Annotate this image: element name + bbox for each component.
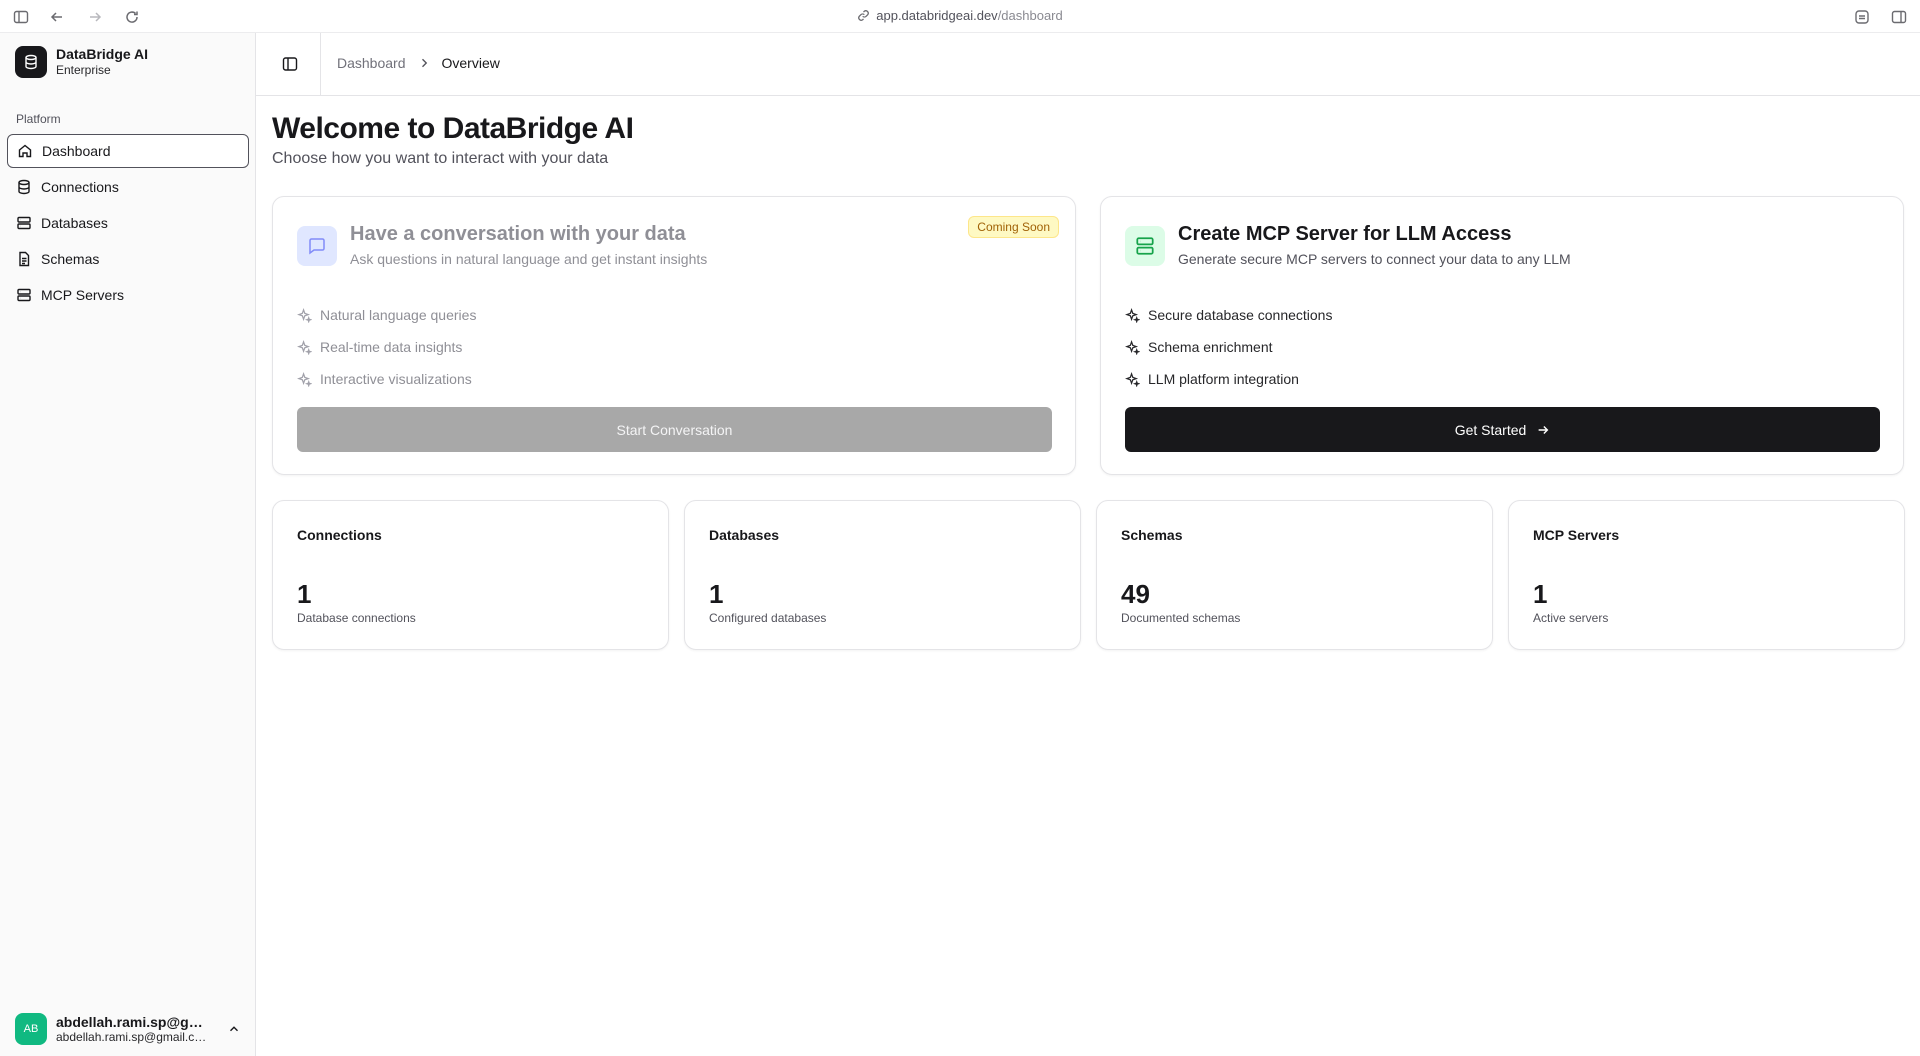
sidebar-item-databases[interactable]: Databases <box>7 206 249 240</box>
card-description: Ask questions in natural language and ge… <box>350 251 708 267</box>
feature-text: Schema enrichment <box>1148 339 1273 355</box>
brand-plan: Enterprise <box>56 63 111 77</box>
url-path: /dashboard <box>997 8 1063 23</box>
stat-card-mcp-servers[interactable]: MCP Servers 1 Active servers <box>1508 500 1905 650</box>
feature-item: Secure database connections <box>1125 299 1332 331</box>
database-logo-icon <box>15 46 47 78</box>
sidebar: DataBridge AI Enterprise Platform Dashbo… <box>0 33 256 1056</box>
panel-left-icon <box>282 57 298 71</box>
coming-soon-badge: Coming Soon <box>968 216 1059 238</box>
feature-list: Secure database connections Schema enric… <box>1125 299 1332 395</box>
header-divider <box>320 33 321 96</box>
file-text-icon <box>19 251 30 267</box>
browser-toolbar: app.databridgeai.dev/dashboard <box>0 0 1920 33</box>
breadcrumb-dashboard[interactable]: Dashboard <box>337 55 406 71</box>
server-icon <box>17 288 31 302</box>
main-content: Dashboard Overview Welcome to DataBridge… <box>256 33 1920 1056</box>
address-bar[interactable]: app.databridgeai.dev/dashboard <box>780 8 1140 23</box>
feature-item: Interactive visualizations <box>297 363 476 395</box>
stat-title: Databases <box>709 527 780 543</box>
extension-icon[interactable] <box>1853 8 1871 26</box>
server-icon <box>1125 226 1165 266</box>
stat-caption: Documented schemas <box>1121 611 1241 625</box>
back-icon[interactable] <box>48 8 66 26</box>
feature-text: LLM platform integration <box>1148 371 1299 387</box>
stat-card-schemas[interactable]: Schemas 49 Documented schemas <box>1096 500 1493 650</box>
stat-value: 49 <box>1121 579 1150 609</box>
stat-card-databases[interactable]: Databases 1 Configured databases <box>684 500 1081 650</box>
stat-caption: Database connections <box>297 611 416 625</box>
brand[interactable]: DataBridge AI Enterprise <box>15 46 148 78</box>
sidebar-item-mcp-servers[interactable]: MCP Servers <box>7 278 249 312</box>
sparkles-icon <box>1125 307 1140 323</box>
stat-caption: Active servers <box>1533 611 1609 625</box>
sparkles-icon <box>297 339 312 355</box>
feature-item: Schema enrichment <box>1125 331 1332 363</box>
sidebar-toggle-icon[interactable] <box>12 8 30 26</box>
feature-list: Natural language queries Real-time data … <box>297 299 476 395</box>
button-label: Start Conversation <box>616 421 733 438</box>
button-label: Get Started <box>1454 421 1527 438</box>
sidebar-item-label: MCP Servers <box>41 287 124 303</box>
stat-value: 1 <box>297 579 312 609</box>
user-email: abdellah.rami.sp@gmail.com <box>56 1030 208 1044</box>
breadcrumb-overview: Overview <box>441 55 500 71</box>
feature-item: Real-time data insights <box>297 331 476 363</box>
card-title: Have a conversation with your data <box>350 223 686 245</box>
page-subtitle: Choose how you want to interact with you… <box>272 150 609 167</box>
sidebar-item-connections[interactable]: Connections <box>7 170 249 204</box>
server-icon <box>17 216 31 230</box>
brand-name: DataBridge AI <box>56 46 149 62</box>
header: Dashboard Overview <box>256 33 1920 96</box>
database-icon <box>18 179 30 195</box>
sidebar-section-label: Platform <box>16 112 61 126</box>
get-started-button[interactable]: Get Started <box>1125 407 1880 452</box>
sparkles-icon <box>297 307 312 323</box>
start-conversation-button[interactable]: Start Conversation <box>297 407 1052 452</box>
feature-text: Secure database connections <box>1148 307 1333 323</box>
sidebar-item-label: Schemas <box>41 251 100 267</box>
sidebar-item-schemas[interactable]: Schemas <box>7 242 249 276</box>
user-menu[interactable]: AB abdellah.rami.sp@gmail.com abdellah.r… <box>15 1013 241 1045</box>
card-title: Create MCP Server for LLM Access <box>1178 223 1512 245</box>
reload-icon[interactable] <box>123 8 141 26</box>
forward-icon[interactable] <box>86 8 104 26</box>
toggle-sidebar-button[interactable] <box>279 53 301 75</box>
sidebar-item-label: Connections <box>41 179 119 195</box>
page-title: Welcome to DataBridge AI <box>272 112 634 145</box>
sidebar-item-label: Databases <box>41 215 108 231</box>
feature-text: Real-time data insights <box>320 339 463 355</box>
sidebar-nav: Dashboard Connections Databases Schemas … <box>7 134 249 314</box>
sidebar-item-dashboard[interactable]: Dashboard <box>7 134 249 168</box>
stat-value: 1 <box>1533 579 1548 609</box>
breadcrumb: Dashboard Overview <box>337 55 500 71</box>
stat-title: Connections <box>297 527 382 543</box>
message-square-icon <box>297 226 337 266</box>
arrow-right-icon <box>1538 425 1549 434</box>
sparkles-icon <box>297 371 312 387</box>
url-host: app.databridgeai.dev <box>876 8 998 23</box>
conversation-card: Have a conversation with your data Ask q… <box>272 196 1076 475</box>
stat-card-connections[interactable]: Connections 1 Database connections <box>272 500 669 650</box>
card-description: Generate secure MCP servers to connect y… <box>1178 251 1571 267</box>
mcp-server-card: Create MCP Server for LLM Access Generat… <box>1100 196 1904 475</box>
sparkles-icon <box>1125 371 1140 387</box>
stat-caption: Configured databases <box>709 611 827 625</box>
avatar: AB <box>15 1013 47 1045</box>
feature-text: Natural language queries <box>320 307 477 323</box>
feature-item: Natural language queries <box>297 299 476 331</box>
stat-title: MCP Servers <box>1533 527 1620 543</box>
link-icon <box>858 10 870 21</box>
user-name: abdellah.rami.sp@gmail.com <box>56 1014 208 1030</box>
split-view-icon[interactable] <box>1890 8 1908 26</box>
stat-title: Schemas <box>1121 527 1183 543</box>
chevron-right-icon <box>421 58 427 68</box>
home-icon <box>18 144 32 158</box>
chevron-up-icon <box>230 1026 238 1032</box>
feature-item: LLM platform integration <box>1125 363 1332 395</box>
sidebar-item-label: Dashboard <box>42 143 111 159</box>
sparkles-icon <box>1125 339 1140 355</box>
feature-text: Interactive visualizations <box>320 371 472 387</box>
stat-value: 1 <box>709 579 724 609</box>
